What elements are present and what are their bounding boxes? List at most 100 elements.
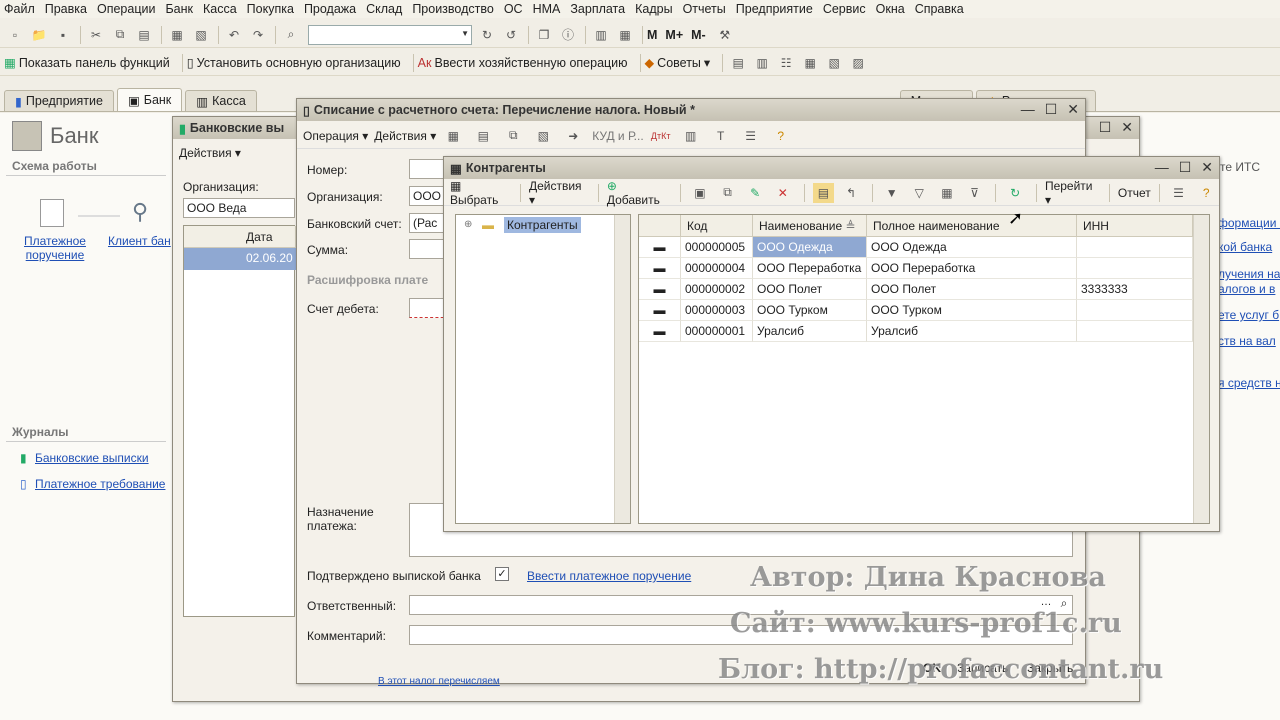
find-next-icon[interactable]: ↻ — [476, 25, 498, 45]
calculator-icon[interactable]: ▥ — [590, 25, 612, 45]
table-cell-fullname[interactable]: ООО Полет — [867, 279, 1077, 300]
table-cell-name[interactable]: Уралсиб — [753, 321, 867, 342]
its-link[interactable]: ете услуг б — [1218, 308, 1279, 322]
select-button[interactable]: ▦ Выбрать — [450, 179, 512, 207]
menu-item[interactable]: Файл — [4, 2, 35, 16]
menu-item[interactable]: Операции — [97, 2, 155, 16]
help-icon[interactable]: ? — [1195, 183, 1217, 203]
go-icon[interactable]: ➜ — [562, 126, 584, 146]
list-icon[interactable]: ☰ — [740, 126, 762, 146]
its-link[interactable]: лучения на — [1218, 267, 1280, 281]
menu-item[interactable]: Предприятие — [736, 2, 813, 16]
menu-item[interactable]: Зарплата — [570, 2, 625, 16]
client-bank-link[interactable]: Клиент бан — [108, 234, 171, 248]
table-icon[interactable]: ▤ — [472, 126, 494, 146]
table-cell-name-selected[interactable]: ООО Одежда — [753, 237, 867, 258]
close-icon[interactable]: ✕ — [1067, 101, 1079, 118]
table-cell-inn[interactable] — [1077, 321, 1193, 342]
set-main-org-button[interactable]: ▯ Установить основную организацию — [187, 55, 401, 71]
delete-icon[interactable]: ✕ — [772, 183, 794, 203]
fullname-column-header[interactable]: Полное наименование — [867, 215, 1077, 237]
table-cell-fullname[interactable]: ООО Турком — [867, 300, 1077, 321]
filter-list-icon[interactable]: ▦ — [936, 183, 958, 203]
menu-item[interactable]: Справка — [915, 2, 964, 16]
menu-item[interactable]: Покупка — [247, 2, 294, 16]
table-cell-inn[interactable] — [1077, 237, 1193, 258]
its-link[interactable]: алогов и в — [1218, 282, 1275, 296]
post-icon[interactable]: ▦ — [442, 126, 464, 146]
undo-icon[interactable]: ↶ — [223, 25, 245, 45]
tab-bank[interactable]: ▣ Банк — [116, 88, 183, 111]
table-cell-code[interactable]: 000000001 — [681, 321, 753, 342]
redo-icon[interactable]: ↷ — [247, 25, 269, 45]
inn-column-header[interactable]: ИНН — [1077, 215, 1193, 237]
edit-icon[interactable]: ✎ — [744, 183, 766, 203]
cut-icon[interactable]: ✂ — [85, 25, 107, 45]
grid-scrollbar[interactable] — [1193, 215, 1209, 523]
minimize-icon[interactable]: — — [1021, 101, 1035, 118]
tree-scrollbar[interactable] — [614, 215, 630, 523]
copy-icon[interactable]: ⧉ — [717, 183, 739, 203]
new-doc-icon[interactable]: ▫ — [4, 25, 26, 45]
memory-minus-button[interactable]: M- — [691, 28, 706, 42]
maximize-icon[interactable]: ☐ — [1099, 119, 1112, 136]
people-icon[interactable]: ☷ — [775, 53, 797, 73]
table-cell-fullname[interactable]: ООО Одежда — [867, 237, 1077, 258]
organization-field[interactable]: ООО Веда — [183, 198, 295, 218]
table-cell-name[interactable]: ООО Турком — [753, 300, 867, 321]
level-up-icon[interactable]: ↰ — [840, 183, 862, 203]
payment-request-link[interactable]: Платежное требование — [35, 477, 165, 491]
info-icon[interactable]: ⓘ — [557, 25, 579, 45]
calendar-icon[interactable]: ▦ — [614, 25, 636, 45]
table-cell-fullname[interactable]: Уралсиб — [867, 321, 1077, 342]
table-cell-code[interactable]: 000000005 — [681, 237, 753, 258]
its-link[interactable]: кой банка — [1218, 240, 1272, 254]
menu-item[interactable]: Склад — [366, 2, 402, 16]
docs-icon[interactable]: ▦ — [799, 53, 821, 73]
memory-m-button[interactable]: M — [647, 28, 657, 42]
its-link[interactable]: я средств н — [1218, 376, 1280, 390]
tab-cash[interactable]: ▥ Касса — [185, 90, 257, 111]
enter-operation-button[interactable]: Ак Ввести хозяйственную операцию — [418, 56, 628, 70]
close-icon[interactable]: ✕ — [1201, 159, 1213, 176]
actions-menu[interactable]: Действия ▾ — [529, 179, 590, 207]
date-column-header[interactable]: Дата — [184, 226, 296, 248]
print-icon[interactable]: ▦ — [166, 25, 188, 45]
structure-icon[interactable]: Т — [710, 126, 732, 146]
code-column-header[interactable]: Код — [681, 215, 753, 237]
search-combo[interactable] — [308, 24, 472, 45]
tree-root-item[interactable]: Контрагенты — [504, 217, 581, 233]
confirmed-checkbox[interactable]: ✓ — [495, 567, 509, 581]
add-folder-icon[interactable]: ▣ — [689, 183, 711, 203]
table-cell-inn[interactable]: 3333333 — [1077, 279, 1193, 300]
search-icon[interactable]: ⌕ — [280, 25, 302, 45]
journal-icon[interactable]: ▤ — [727, 53, 749, 73]
minimize-icon[interactable]: — — [1155, 159, 1169, 176]
show-panel-button[interactable]: ▦ Показать панель функций — [4, 55, 170, 71]
tips-button[interactable]: ◆ Советы ▾ — [645, 55, 711, 71]
hierarchy-icon[interactable]: ▤ — [812, 182, 835, 203]
payment-order-link[interactable]: Платежное поручение — [20, 234, 90, 262]
menu-item[interactable]: Отчеты — [683, 2, 726, 16]
table-cell-name[interactable]: ООО Переработка — [753, 258, 867, 279]
journal-icon[interactable]: ▥ — [680, 126, 702, 146]
clear-filter-icon[interactable]: ⊽ — [964, 183, 986, 203]
enter-payment-order-link[interactable]: Ввести платежное поручение — [527, 569, 691, 583]
report-button[interactable]: Отчет — [1118, 186, 1151, 200]
open-folder-icon[interactable]: 📁 — [28, 25, 50, 45]
refresh-icon[interactable]: ↻ — [1004, 183, 1026, 203]
save-icon[interactable]: ▪ — [52, 25, 74, 45]
list-settings-icon[interactable]: ☰ — [1168, 183, 1190, 203]
memory-plus-button[interactable]: M+ — [665, 28, 683, 42]
table-cell-inn[interactable] — [1077, 300, 1193, 321]
menu-item[interactable]: Банк — [165, 2, 193, 16]
hint-link[interactable]: В этот налог перечисляем — [378, 676, 500, 687]
table-cell-name[interactable]: ООО Полет — [753, 279, 867, 300]
menu-item[interactable]: Касса — [203, 2, 237, 16]
name-column-header[interactable]: Наименование ≜ — [753, 215, 867, 237]
its-link[interactable]: формации с — [1218, 216, 1280, 230]
actions-menu[interactable]: Действия ▾ — [374, 129, 436, 143]
menu-item[interactable]: Производство — [412, 2, 494, 16]
report-icon[interactable]: ▥ — [751, 53, 773, 73]
print-icon[interactable]: ▧ — [532, 126, 554, 146]
